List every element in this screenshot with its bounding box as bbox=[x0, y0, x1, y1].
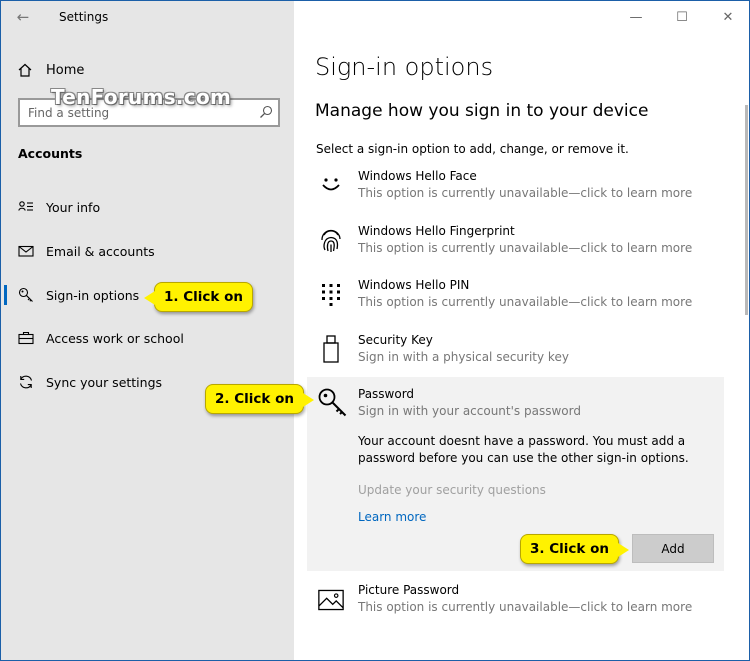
option-name: Windows Hello Fingerprint bbox=[358, 224, 515, 238]
sidebar-item-access-work-school[interactable]: Access work or school bbox=[1, 323, 294, 353]
option-subtitle: Sign in with a physical security key bbox=[358, 350, 569, 364]
option-windows-hello-face[interactable]: Windows Hello Face This option is curren… bbox=[308, 169, 723, 205]
option-windows-hello-pin[interactable]: Windows Hello PIN This option is current… bbox=[308, 278, 723, 314]
sidebar-item-email-accounts[interactable]: Email & accounts bbox=[1, 236, 294, 266]
option-subtitle: This option is currently unavailable—cli… bbox=[358, 295, 693, 309]
option-subtitle: This option is currently unavailable—cli… bbox=[358, 600, 693, 614]
sidebar-item-your-info[interactable]: Your info bbox=[1, 192, 294, 222]
option-name: Security Key bbox=[358, 333, 433, 347]
option-name: Picture Password bbox=[358, 583, 460, 597]
maximize-button[interactable]: ☐ bbox=[659, 1, 705, 33]
sync-icon bbox=[18, 374, 34, 390]
option-subtitle: Sign in with your account's password bbox=[358, 404, 581, 418]
briefcase-icon bbox=[18, 330, 34, 346]
sidebar-item-label: Email & accounts bbox=[46, 243, 155, 259]
callout-step-3: 3. Click on bbox=[520, 534, 629, 564]
active-indicator bbox=[4, 285, 7, 305]
option-picture-password[interactable]: Picture Password This option is currentl… bbox=[308, 583, 723, 619]
contact-card-icon bbox=[18, 199, 34, 215]
password-message: Your account doesnt have a password. You… bbox=[358, 434, 689, 465]
back-arrow-icon[interactable]: ← bbox=[13, 7, 33, 27]
fingerprint-icon bbox=[318, 226, 344, 254]
update-security-questions-link[interactable]: Update your security questions bbox=[358, 483, 546, 497]
pin-keypad-icon bbox=[318, 280, 344, 308]
option-name: Password bbox=[358, 387, 415, 401]
picture-icon bbox=[318, 586, 344, 614]
page-title: Sign-in options bbox=[315, 53, 494, 81]
home-icon bbox=[18, 63, 32, 77]
face-icon bbox=[318, 171, 344, 199]
sidebar-item-label: Sign-in options bbox=[46, 287, 140, 303]
callout-step-2: 2. Click on bbox=[205, 384, 314, 414]
close-button[interactable]: ✕ bbox=[705, 1, 749, 33]
sidebar-item-label: Access work or school bbox=[46, 330, 184, 346]
sidebar-item-label: Sync your settings bbox=[46, 374, 163, 390]
minimize-button[interactable]: — bbox=[613, 1, 659, 33]
option-password-expanded[interactable]: Password Sign in with your account's pas… bbox=[307, 377, 724, 571]
callout-text: 3. Click on bbox=[530, 541, 609, 557]
option-security-key[interactable]: Security Key Sign in with a physical sec… bbox=[308, 333, 723, 369]
option-subtitle: This option is currently unavailable—cli… bbox=[358, 241, 693, 255]
page-description: Select a sign-in option to add, change, … bbox=[316, 142, 629, 156]
window-controls: — ☐ ✕ bbox=[613, 1, 749, 33]
option-subtitle: This option is currently unavailable—cli… bbox=[358, 186, 693, 200]
scrollbar[interactable] bbox=[745, 105, 748, 315]
callout-text: 2. Click on bbox=[215, 391, 294, 407]
sidebar: ← Settings Home TenForums.com Accounts Y… bbox=[1, 1, 294, 660]
callout-pointer bbox=[618, 543, 629, 557]
app-title: Settings bbox=[59, 10, 109, 24]
callout-step-1: 1. Click on bbox=[144, 282, 253, 312]
callout-pointer bbox=[303, 393, 314, 407]
settings-window: ← Settings Home TenForums.com Accounts Y… bbox=[0, 0, 750, 661]
callout-pointer bbox=[144, 291, 155, 305]
key-icon bbox=[317, 387, 349, 419]
key-icon bbox=[18, 287, 34, 303]
page-subtitle: Manage how you sign in to your device bbox=[315, 101, 649, 121]
tenforums-watermark: TenForums.com bbox=[51, 85, 232, 109]
search-icon bbox=[260, 105, 273, 118]
callout-text: 1. Click on bbox=[164, 289, 243, 305]
section-title-accounts: Accounts bbox=[18, 146, 83, 161]
add-password-button[interactable]: Add bbox=[632, 534, 714, 563]
learn-more-link[interactable]: Learn more bbox=[358, 510, 426, 524]
option-name: Windows Hello PIN bbox=[358, 278, 470, 292]
usb-key-icon bbox=[318, 335, 344, 363]
sidebar-item-label: Your info bbox=[46, 199, 101, 215]
option-windows-hello-fingerprint[interactable]: Windows Hello Fingerprint This option is… bbox=[308, 224, 723, 260]
mail-icon bbox=[18, 243, 34, 259]
home-label: Home bbox=[46, 62, 85, 78]
home-nav-item[interactable]: Home bbox=[17, 59, 84, 81]
option-name: Windows Hello Face bbox=[358, 169, 477, 183]
